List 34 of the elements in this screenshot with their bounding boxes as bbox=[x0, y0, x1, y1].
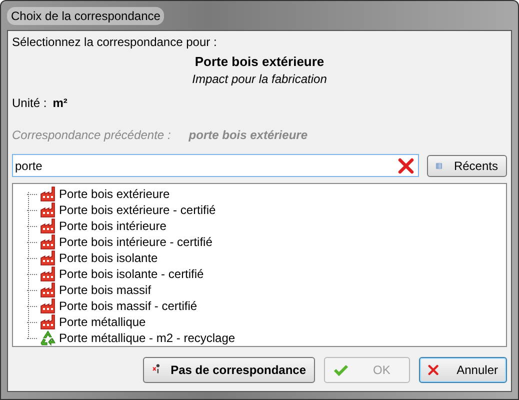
tree-item[interactable]: Porte métallique - m2 - recyclage bbox=[59, 331, 236, 345]
tree-item[interactable]: Porte bois extérieure - certifié bbox=[59, 203, 216, 217]
no-match-button[interactable]: Pas de correspondance bbox=[143, 357, 315, 383]
tree-item[interactable]: Porte bois massif bbox=[59, 283, 152, 297]
factory-icon bbox=[40, 282, 56, 298]
recycle-icon bbox=[40, 330, 56, 346]
factory-icon bbox=[40, 250, 56, 266]
tree-item[interactable]: Porte bois intérieure - certifié bbox=[59, 235, 212, 249]
factory-icon bbox=[40, 186, 56, 202]
previous-value: porte bois extérieure bbox=[188, 128, 308, 144]
tree-item[interactable]: Porte bois isolante - certifié bbox=[59, 267, 204, 281]
factory-icon bbox=[40, 234, 56, 250]
unit-value: m² bbox=[52, 96, 68, 110]
subtitle-text: Impact pour la fabrication bbox=[191, 72, 328, 88]
product-name: Porte bois extérieure bbox=[194, 53, 326, 71]
tree-item[interactable]: Porte bois isolante bbox=[59, 251, 158, 265]
factory-icon bbox=[40, 298, 56, 314]
factory-icon bbox=[40, 314, 56, 330]
unit-label: Unité : bbox=[12, 96, 47, 110]
tree-item[interactable]: Porte bois massif - certifié bbox=[59, 299, 198, 313]
factory-icon bbox=[40, 218, 56, 234]
check-icon bbox=[333, 362, 349, 378]
clear-icon[interactable] bbox=[398, 158, 414, 174]
cancel-button[interactable]: Annuler bbox=[419, 357, 507, 383]
previous-label: Correspondance précédente : bbox=[12, 128, 171, 144]
recent-button[interactable]: Récents bbox=[427, 154, 507, 176]
window-title: Choix de la correspondance bbox=[7, 6, 164, 24]
tree-item[interactable]: Porte bois intérieure bbox=[59, 219, 166, 233]
factory-icon bbox=[40, 266, 56, 282]
prompt-text: Sélectionnez la correspondance pour : bbox=[12, 35, 218, 51]
search-field[interactable]: porte bbox=[12, 154, 419, 177]
factory-icon bbox=[40, 202, 56, 218]
tree-item[interactable]: Porte métallique bbox=[59, 315, 146, 329]
tree-item[interactable]: Porte bois extérieure bbox=[59, 187, 170, 201]
